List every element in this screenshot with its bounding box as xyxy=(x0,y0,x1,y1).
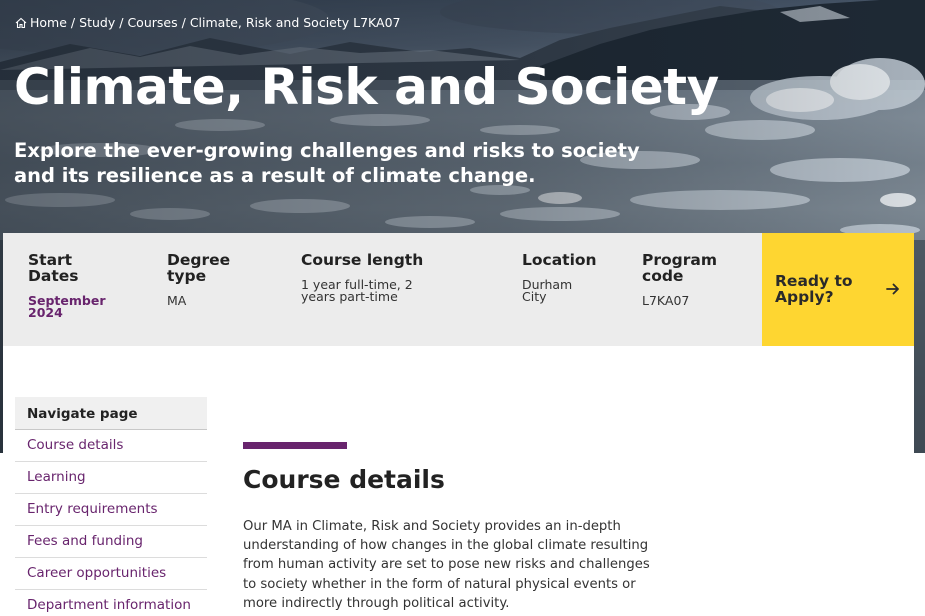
info-value: 1 year full-time, 2 years part-time xyxy=(301,277,413,304)
info-value: L7KA07 xyxy=(642,293,690,308)
info-label: Start Dates xyxy=(28,251,79,285)
section-title: Course details xyxy=(243,465,445,494)
course-info-bar: Start Dates September 2024 Degree type M… xyxy=(3,233,762,346)
info-label: Program code xyxy=(642,251,718,285)
breadcrumb-study[interactable]: Study xyxy=(79,15,115,30)
info-degree-type: Degree type MA xyxy=(167,252,267,307)
info-label: Location xyxy=(522,251,597,269)
arrow-right-icon xyxy=(886,283,899,295)
info-label: Degree type xyxy=(167,251,231,285)
info-label: Course length xyxy=(301,251,424,269)
breadcrumb-separator: / xyxy=(119,15,124,30)
home-icon xyxy=(15,17,27,28)
info-start-dates: Start Dates September 2024 xyxy=(28,252,128,319)
breadcrumb-home[interactable]: Home xyxy=(30,15,67,30)
ready-to-apply-button[interactable]: Ready to Apply? xyxy=(762,233,914,346)
nav-link-course-details[interactable]: Course details xyxy=(15,430,207,462)
nav-link-entry-requirements[interactable]: Entry requirements xyxy=(15,494,207,526)
breadcrumb-courses[interactable]: Courses xyxy=(127,15,177,30)
info-value: September 2024 xyxy=(28,293,106,320)
info-value: Durham City xyxy=(522,277,573,304)
info-course-length: Course length 1 year full-time, 2 years … xyxy=(301,252,501,303)
breadcrumb-separator: / xyxy=(70,15,76,30)
page: Home / Study / Courses / Climate, Risk a… xyxy=(0,0,925,616)
breadcrumb-separator: / xyxy=(181,15,186,30)
breadcrumb-current: Climate, Risk and Society L7KA07 xyxy=(189,15,401,30)
info-value: MA xyxy=(167,293,187,308)
nav-link-career-opportunities[interactable]: Career opportunities xyxy=(15,558,207,590)
info-location: Location Durham City xyxy=(522,252,622,303)
navigation-heading: Navigate page xyxy=(15,397,207,430)
info-program-code: Program code L7KA07 xyxy=(642,252,752,307)
apply-label: Ready to Apply? xyxy=(775,272,853,306)
page-navigation: Navigate page Course details Learning En… xyxy=(15,397,207,616)
nav-link-fees-and-funding[interactable]: Fees and funding xyxy=(15,526,207,558)
page-subtitle: Explore the ever-growing challenges and … xyxy=(14,139,640,187)
page-title: Climate, Risk and Society xyxy=(14,58,719,116)
nav-link-learning[interactable]: Learning xyxy=(15,462,207,494)
section-body: Our MA in Climate, Risk and Society prov… xyxy=(243,519,650,611)
section-accent-rule xyxy=(243,442,347,449)
breadcrumb: Home / Study / Courses / Climate, Risk a… xyxy=(15,15,401,30)
nav-link-department-information[interactable]: Department information xyxy=(15,590,207,616)
